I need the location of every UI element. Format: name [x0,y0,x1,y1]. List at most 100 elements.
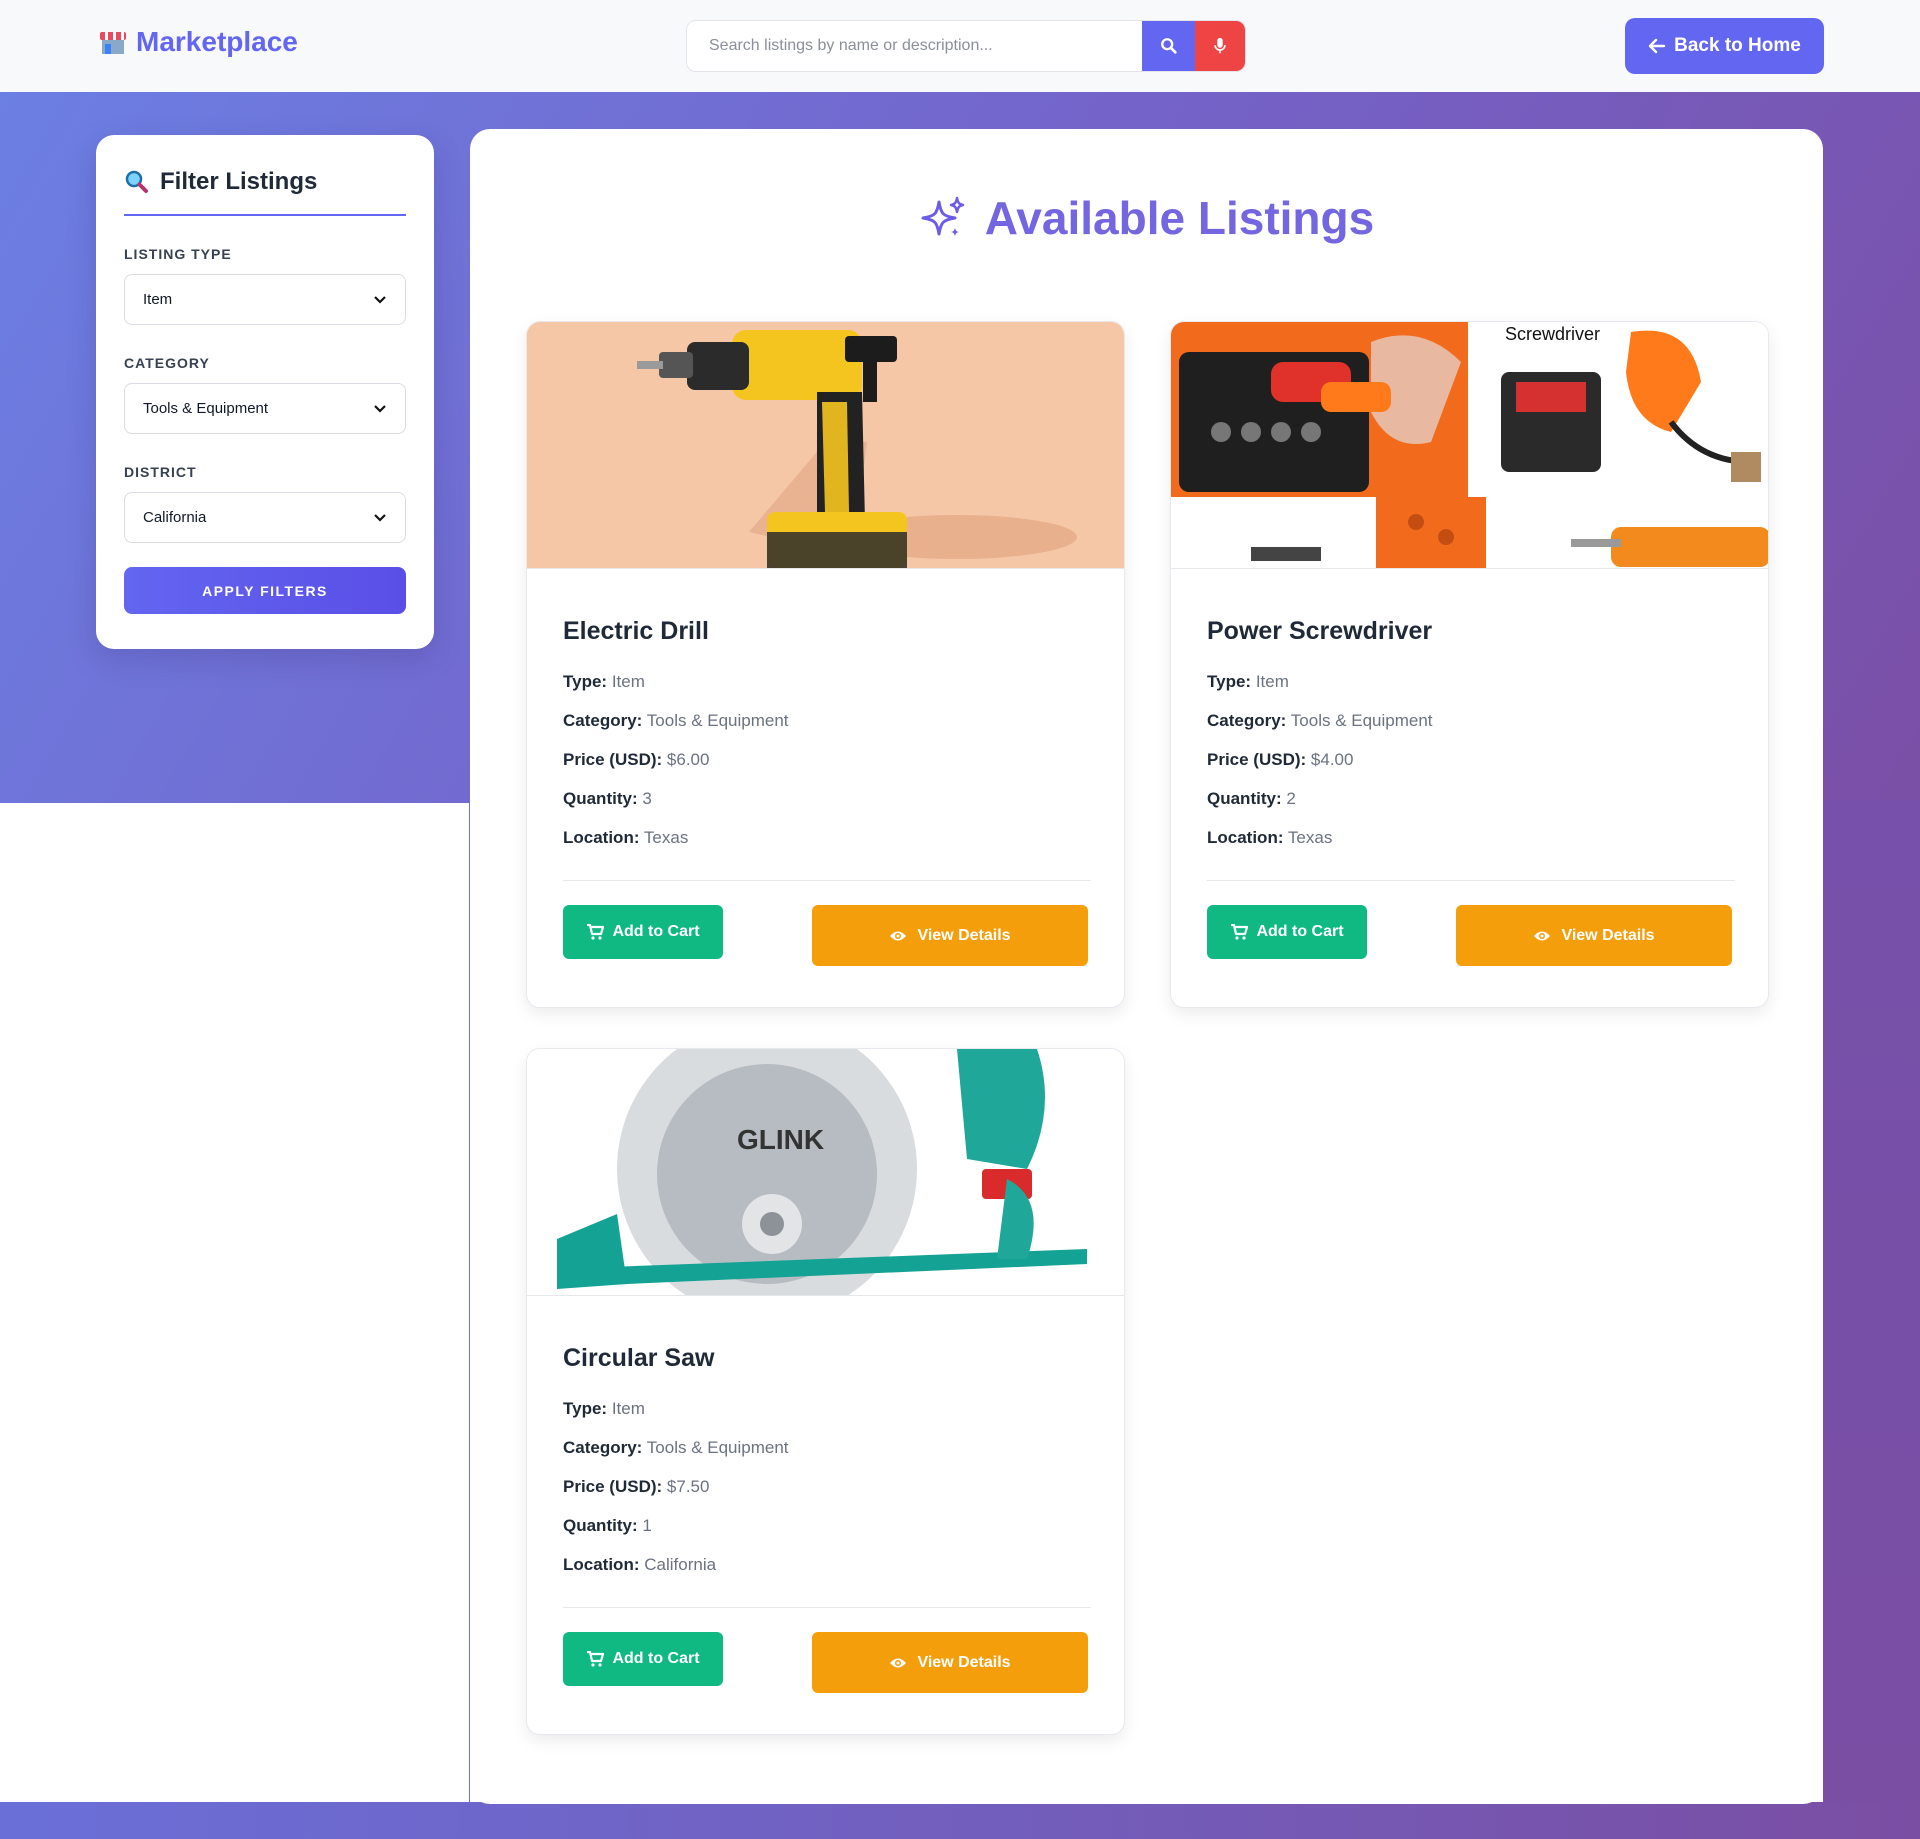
eye-icon [890,1658,907,1667]
listing-quantity-row: Quantity: 2 [1207,789,1433,828]
category-select[interactable]: Tools & Equipment [124,383,406,434]
card-divider [563,1607,1091,1608]
chevron-down-icon [374,404,386,413]
view-details-label: View Details [1561,926,1655,944]
listing-location-row: Location: California [563,1555,789,1594]
listing-title[interactable]: Power Screwdriver [1207,617,1432,646]
top-header: Marketplace Back to Home [0,0,1920,92]
add-to-cart-label: Add to Cart [612,1650,700,1667]
quantity-label: Quantity: [563,1516,638,1535]
quantity-value: 2 [1286,789,1296,808]
arrow-left-icon [1648,38,1666,54]
add-to-cart-button[interactable]: Add to Cart [1207,905,1367,959]
listing-quantity-row: Quantity: 1 [563,1516,789,1555]
brand[interactable]: Marketplace [100,26,298,58]
listing-price-row: Price (USD): $6.00 [563,750,789,789]
listing-type-label: LISTING TYPE [124,246,232,262]
view-details-label: View Details [917,1653,1011,1671]
category-field-value: Tools & Equipment [1290,711,1433,730]
listing-image-circular-saw[interactable]: GLINK [527,1049,1124,1296]
location-label: Location: [563,1555,640,1574]
search-icon [1160,38,1177,54]
location-value: Texas [1287,828,1333,847]
location-label: Location: [1207,828,1284,847]
cart-icon [1231,924,1249,940]
listing-category-row: Category: Tools & Equipment [563,1438,789,1477]
type-label: Type: [1207,672,1252,691]
add-to-cart-label: Add to Cart [612,923,700,940]
category-field-label: Category: [563,1438,643,1457]
listing-title[interactable]: Electric Drill [563,617,709,646]
district-label: DISTRICT [124,464,197,480]
filter-title-text: Filter Listings [160,168,318,195]
listing-quantity-row: Quantity: 3 [563,789,789,828]
listing-type-value: Item [143,291,173,308]
apply-filters-button[interactable]: APPLY FILTERS [124,567,406,614]
page-title: Available Listings [470,191,1823,245]
add-to-cart-button[interactable]: Add to Cart [563,1632,723,1686]
category-field-value: Tools & Equipment [646,1438,789,1457]
listing-details: Type: Item Category: Tools & Equipment P… [563,1399,789,1594]
category-label: CATEGORY [124,355,210,371]
back-to-home-button[interactable]: Back to Home [1625,18,1824,74]
location-value: California [644,1555,717,1574]
background-gradient-bottom [0,1802,1920,1839]
quantity-label: Quantity: [1207,789,1282,808]
type-value: Item [611,672,645,691]
category-field-value: Tools & Equipment [646,711,789,730]
filter-sidebar: Filter Listings LISTING TYPE Item CATEGO… [96,135,434,649]
search-button[interactable] [1142,21,1195,71]
search-input[interactable] [687,21,1142,71]
card-divider [1207,880,1735,881]
location-value: Texas [643,828,689,847]
filter-title: Filter Listings [124,168,406,196]
listing-category-row: Category: Tools & Equipment [1207,711,1433,750]
district-select[interactable]: California [124,492,406,543]
chevron-down-icon [374,295,386,304]
sparkles-icon [921,196,965,236]
quantity-value: 3 [642,789,652,808]
type-label: Type: [563,1399,608,1418]
price-label: Price (USD): [1207,750,1307,769]
eye-icon [890,931,907,940]
listing-price-row: Price (USD): $4.00 [1207,750,1433,789]
type-label: Type: [563,672,608,691]
listing-details: Type: Item Category: Tools & Equipment P… [563,672,789,867]
view-details-button[interactable]: View Details [1456,905,1732,966]
listing-image-screwdriver[interactable]: Screwdriver [1171,322,1768,569]
page-title-text: Available Listings [984,192,1375,244]
category-field-label: Category: [1207,711,1287,730]
store-icon [100,30,126,54]
district-value: California [143,509,207,526]
listing-location-row: Location: Texas [563,828,789,867]
cart-icon [587,924,605,940]
listing-category-row: Category: Tools & Equipment [563,711,789,750]
listings-panel: Available Listings Electric Drill Type: … [470,129,1823,1804]
price-value: $4.00 [1310,750,1354,769]
listing-price-row: Price (USD): $7.50 [563,1477,789,1516]
quantity-label: Quantity: [563,789,638,808]
view-details-button[interactable]: View Details [812,905,1088,966]
filter-divider [124,214,406,216]
listing-type-select[interactable]: Item [124,274,406,325]
add-to-cart-button[interactable]: Add to Cart [563,905,723,959]
saw-image-text: GLINK [737,1124,824,1155]
search-bar [686,20,1246,72]
category-value: Tools & Equipment [143,400,269,417]
view-details-button[interactable]: View Details [812,1632,1088,1693]
screwdriver-image-text: Screwdriver [1505,324,1600,344]
listing-title[interactable]: Circular Saw [563,1344,714,1373]
listing-location-row: Location: Texas [1207,828,1433,867]
price-value: $7.50 [666,1477,710,1496]
listing-type-row: Type: Item [563,1399,789,1438]
listing-image-drill[interactable] [527,322,1124,569]
eye-icon [1534,931,1551,940]
chevron-down-icon [374,513,386,522]
view-details-label: View Details [917,926,1011,944]
add-to-cart-label: Add to Cart [1256,923,1344,940]
location-label: Location: [563,828,640,847]
cart-icon [587,1651,605,1667]
voice-search-button[interactable] [1195,21,1245,71]
listing-type-row: Type: Item [563,672,789,711]
listing-details: Type: Item Category: Tools & Equipment P… [1207,672,1433,867]
